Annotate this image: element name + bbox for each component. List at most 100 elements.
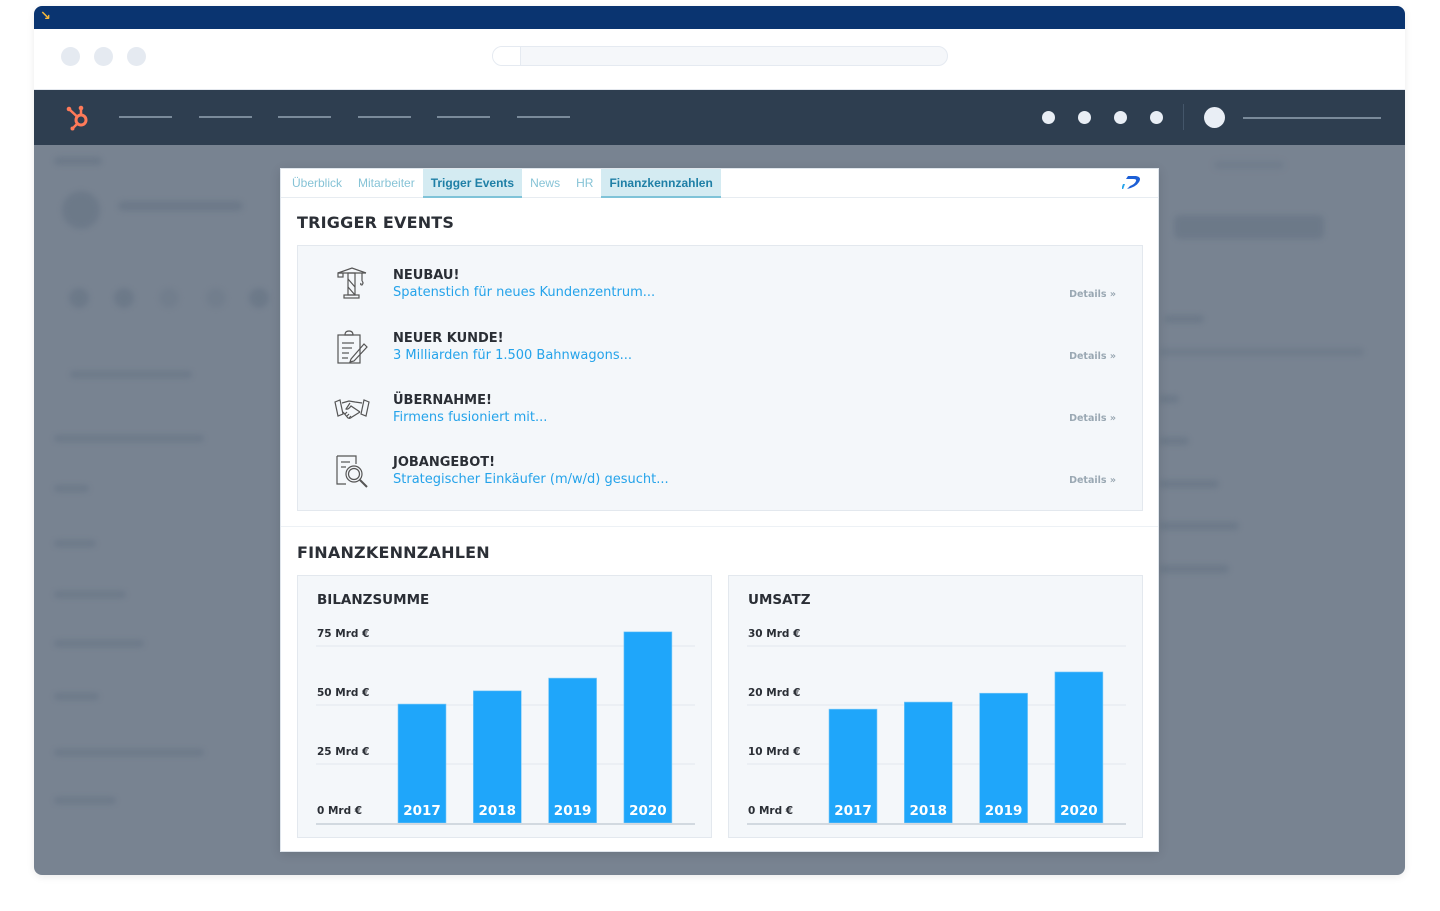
panel-tabs: Überblick Mitarbeiter Trigger Events New…	[281, 169, 1158, 198]
event-description-link[interactable]: Spatenstich für neues Kundenzentrum...	[393, 285, 655, 300]
y-tick-label: 10 Mrd €	[748, 746, 800, 758]
section-divider	[281, 526, 1158, 527]
document-search-icon	[336, 455, 368, 488]
bar-category-label: 2019	[985, 803, 1023, 819]
finanzkennzahlen-title: FINANZKENNZAHLEN	[297, 543, 490, 562]
y-tick-label: 0 Mrd €	[748, 805, 793, 817]
blurred-right-row-4	[1159, 437, 1189, 445]
y-tick-label: 25 Mrd €	[317, 746, 369, 758]
bar-category-label: 2020	[1060, 803, 1098, 819]
blurred-field-2	[54, 435, 204, 442]
window-minimize-button[interactable]	[94, 47, 113, 66]
y-tick-label: 75 Mrd €	[317, 628, 369, 640]
handshake-icon	[334, 399, 370, 419]
list-item: NEUER KUNDE! 3 Milliarden für 1.500 Bahn…	[298, 330, 1144, 392]
details-link[interactable]: Details »	[1069, 289, 1116, 300]
blurred-right-row-6	[1159, 522, 1239, 530]
blurred-company-avatar	[62, 191, 100, 229]
blurred-field-5	[54, 591, 126, 598]
nav-item-2[interactable]	[199, 116, 252, 118]
nav-action-2[interactable]	[1078, 111, 1091, 124]
company-insights-panel: Überblick Mitarbeiter Trigger Events New…	[280, 168, 1159, 852]
list-item: ÜBERNAHME! Firmens fusioniert mit... Det…	[298, 392, 1144, 454]
nav-item-4[interactable]	[358, 116, 411, 118]
event-title: ÜBERNAHME!	[393, 393, 492, 408]
blurred-field-6	[54, 640, 144, 647]
bar-2019	[548, 677, 597, 824]
address-bar-segment	[493, 47, 521, 65]
tab-trigger-events[interactable]: Trigger Events	[422, 169, 523, 198]
nav-item-5[interactable]	[437, 116, 490, 118]
blurred-field-3	[54, 485, 89, 492]
nav-action-1[interactable]	[1042, 111, 1055, 124]
y-tick-label: 0 Mrd €	[317, 805, 362, 817]
address-bar[interactable]	[492, 46, 948, 66]
y-tick-label: 50 Mrd €	[317, 687, 369, 699]
app-navigation-bar	[34, 90, 1405, 145]
nav-item-3[interactable]	[278, 116, 331, 118]
trigger-events-list: NEUBAU! Spatenstich für neues Kundenzent…	[297, 245, 1143, 511]
blurred-action-1	[69, 288, 89, 308]
crane-icon	[337, 267, 367, 299]
details-link[interactable]: Details »	[1069, 351, 1116, 362]
event-title: NEUBAU!	[393, 268, 460, 283]
blurred-field-8	[54, 749, 204, 756]
bar-category-label: 2019	[554, 803, 592, 819]
user-name-placeholder[interactable]	[1243, 117, 1381, 119]
window-maximize-button[interactable]	[127, 47, 146, 66]
blurred-right-row-7	[1159, 565, 1229, 573]
umsatz-bar-chart: 0 Mrd € 10 Mrd € 20 Mrd € 30 Mrd € 2017 2018 2…	[747, 628, 1126, 825]
blurred-action-3	[159, 288, 179, 308]
event-description-link[interactable]: Strategischer Einkäufer (m/w/d) gesucht.…	[393, 472, 669, 487]
browser-toolbar	[34, 29, 1405, 90]
arrow-down-right-icon: ↘	[40, 9, 51, 24]
tab-finanzkennzahlen[interactable]: Finanzkennzahlen	[601, 169, 721, 198]
details-link[interactable]: Details »	[1069, 413, 1116, 424]
clipboard-pen-icon	[337, 330, 368, 364]
blurred-breadcrumb	[54, 157, 102, 165]
y-tick-label: 30 Mrd €	[748, 628, 800, 640]
bar-category-label: 2018	[479, 803, 517, 819]
blurred-right-row-5	[1159, 480, 1219, 488]
bar-category-label: 2020	[629, 803, 667, 819]
blurred-field-7	[54, 693, 99, 700]
umsatz-chart-card: UMSATZ 0 Mrd €10 Mrd €20 Mrd €30 Mrd €20…	[728, 575, 1143, 838]
event-title: NEUER KUNDE!	[393, 331, 504, 346]
bilanzsumme-chart-card: BILANZSUMME 0 Mrd €25 Mrd €50 Mrd €75 Mr…	[297, 575, 712, 838]
window-close-button[interactable]	[61, 47, 80, 66]
blurred-action-2	[114, 288, 134, 308]
event-description-link[interactable]: 3 Milliarden für 1.500 Bahnwagons...	[393, 348, 632, 363]
tab-hr[interactable]: HR	[568, 169, 601, 198]
tab-ueberblick[interactable]: Überblick	[284, 169, 350, 198]
nav-item-1[interactable]	[119, 116, 172, 118]
bilanzsumme-bar-chart: 0 Mrd € 25 Mrd € 50 Mrd € 75 Mrd € 2017 2018 2…	[316, 628, 695, 825]
blurred-field-9	[54, 797, 116, 804]
list-item: NEUBAU! Spatenstich für neues Kundenzent…	[298, 267, 1144, 329]
blurred-company-name	[118, 201, 243, 211]
bar-category-label: 2018	[910, 803, 948, 819]
blurred-right-button	[1174, 215, 1324, 239]
blurred-field-4	[54, 540, 96, 547]
dealfront-d-logo-icon	[1122, 176, 1140, 189]
tab-mitarbeiter[interactable]: Mitarbeiter	[350, 169, 423, 198]
y-tick-label: 20 Mrd €	[748, 687, 800, 699]
avatar[interactable]	[1204, 107, 1225, 128]
nav-action-3[interactable]	[1114, 111, 1127, 124]
nav-action-4[interactable]	[1150, 111, 1163, 124]
bar-2020	[623, 631, 673, 824]
blurred-action-4	[206, 288, 226, 308]
list-item: JOBANGEBOT! Strategischer Einkäufer (m/w…	[298, 454, 1144, 516]
event-description-link[interactable]: Firmens fusioniert mit...	[393, 410, 547, 425]
blurred-right-row-1	[1164, 315, 1204, 323]
hubspot-sprocket-icon[interactable]	[66, 104, 92, 132]
bar-category-label: 2017	[403, 803, 441, 819]
blurred-action-5	[249, 288, 269, 308]
trigger-events-title: TRIGGER EVENTS	[297, 213, 455, 232]
bar-category-label: 2017	[834, 803, 872, 819]
details-link[interactable]: Details »	[1069, 475, 1116, 486]
tab-news[interactable]: News	[522, 169, 568, 198]
nav-item-6[interactable]	[517, 116, 570, 118]
blurred-right-row-3	[1159, 395, 1179, 403]
window-top-bar: ↘	[34, 6, 1405, 29]
blurred-field-1	[70, 371, 192, 378]
